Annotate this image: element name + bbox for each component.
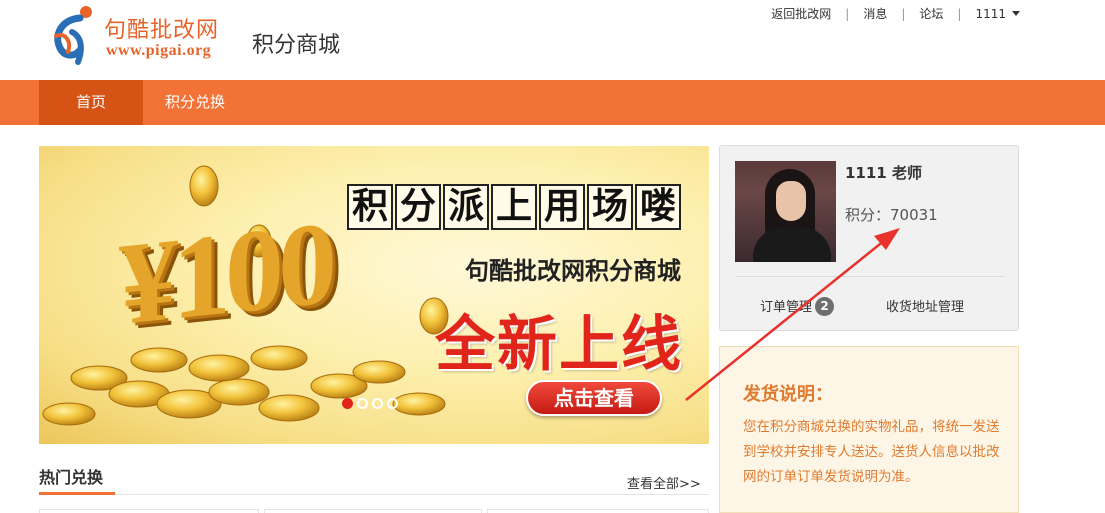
product-card[interactable] [487,509,709,513]
user-name: 1111 老师 [845,164,922,182]
site-header: 句酷批改网 www.pigai.org 积分商城 返回批改网 | 消息 | 论坛… [0,0,1105,80]
slogan-char: 积 [347,184,393,230]
order-management-label: 订单管理 [760,300,813,315]
shipping-text: 您在积分商城兑换的实物礼品，将统一发送到学校并安排专人送达。送货人信息以批改网的… [743,419,1000,485]
main-nav: 首页 积分兑换 [0,80,1105,125]
shipping-notice: 发货说明： 您在积分商城兑换的实物礼品，将统一发送到学校并安排专人送达。送货人信… [719,346,1019,513]
shipping-title: 发货说明： [743,384,833,405]
view-all-link[interactable]: 查看全部>> [627,473,701,492]
carousel-dot[interactable] [372,398,383,409]
slogan-char: 喽 [635,184,681,230]
banner-subtitle: 句酷批改网积分商城 [465,257,681,285]
top-links: 返回批改网 | 消息 | 论坛 | 1111 [757,5,1020,22]
product-card[interactable] [39,509,259,513]
carousel-dots [342,398,398,409]
forum-link[interactable]: 论坛 [905,5,957,22]
nav-points-exchange[interactable]: 积分兑换 [143,80,247,125]
points-value: 积分：70031 [845,206,938,224]
site-logo[interactable]: 句酷批改网 www.pigai.org [50,2,240,72]
divider [39,494,709,495]
avatar-body [753,227,831,262]
banner-big-number: ¥100 [119,196,331,351]
logo-text-cn: 句酷批改网 [104,18,220,43]
product-card[interactable] [264,509,482,513]
user-panel: 1111 老师 积分：70031 订单管理 2 收货地址管理 [719,145,1019,331]
title-underline [39,492,115,495]
back-to-pigai-link[interactable]: 返回批改网 [757,5,845,22]
avatar-face [776,181,806,221]
slogan-char: 上 [491,184,537,230]
slogan-char: 场 [587,184,633,230]
address-management-link[interactable]: 收货地址管理 [886,296,964,315]
divider [735,276,1005,277]
logo-mark-icon [54,6,92,65]
banner-headline: 全新上线 [435,310,683,380]
banner-slogan: 积 分 派 上 用 场 喽 [347,184,683,230]
slogan-char: 用 [539,184,585,230]
section-title: 积分商城 [252,33,341,58]
nav-home[interactable]: 首页 [39,80,143,125]
user-menu-label: 1111 [975,6,1006,21]
hot-exchange-title: 热门兑换 [39,468,104,487]
order-management-link[interactable]: 订单管理 2 [760,296,835,316]
messages-link[interactable]: 消息 [849,5,901,22]
order-count-badge: 2 [815,297,835,316]
carousel-dot[interactable] [357,398,368,409]
carousel-dot[interactable] [387,398,398,409]
caret-down-icon [1012,11,1020,16]
user-menu-dropdown[interactable]: 1111 [961,7,1020,21]
avatar[interactable] [735,161,836,262]
slogan-char: 分 [395,184,441,230]
carousel-dot[interactable] [342,398,353,409]
promo-banner[interactable]: ¥100 积 分 派 上 用 场 喽 句酷批改网积分商城 全新上线 点击查看 [39,146,709,444]
slogan-char: 派 [443,184,489,230]
banner-cta-button[interactable]: 点击查看 [526,380,662,416]
logo-text-en: www.pigai.org [106,42,212,59]
